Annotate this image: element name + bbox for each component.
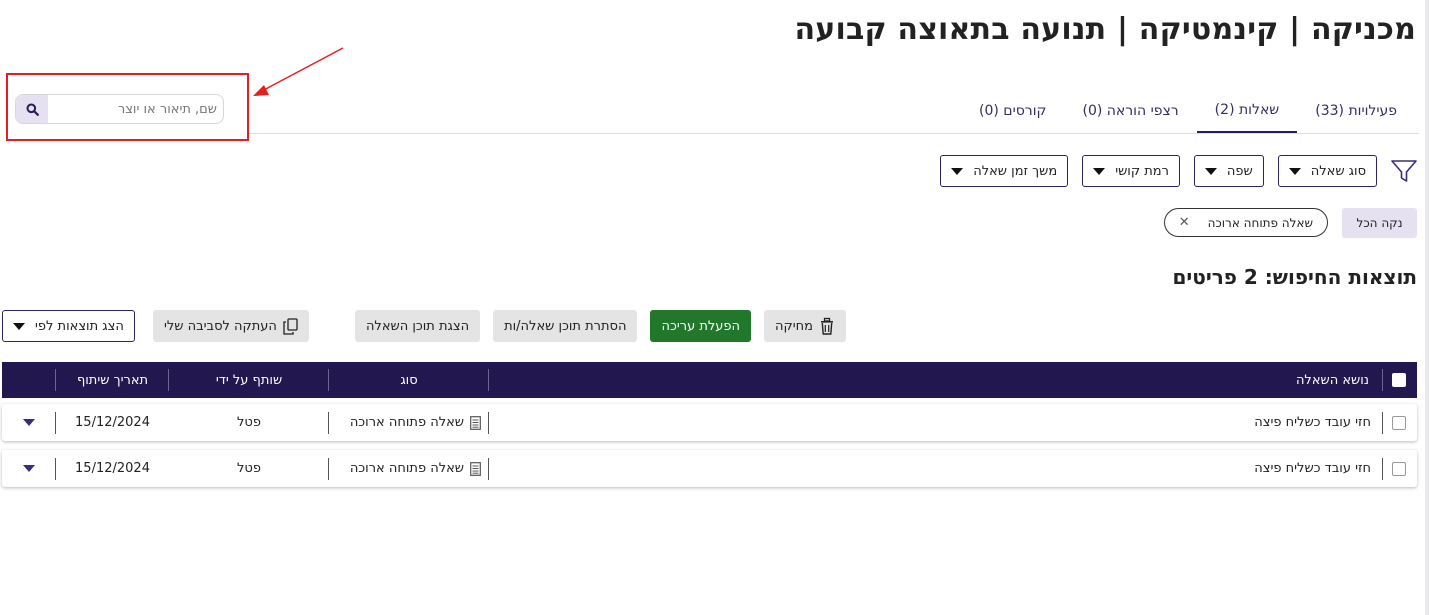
trash-icon [821, 317, 833, 335]
show-results-by-dropdown[interactable]: הצג תוצאות לפי [2, 310, 135, 342]
tabs: פעילויות (33) שאלות (2) רצפי הוראה (0) ק… [961, 88, 1415, 134]
table-header: נושא השאלה סוג שותף על ידי תאריך שיתוף [2, 362, 1417, 398]
page-scrollbar[interactable] [1425, 0, 1429, 615]
show-content-button[interactable]: הצגת תוכן השאלה [354, 310, 481, 342]
copy-to-environment-button[interactable]: העתקה לסביבה שלי [153, 310, 309, 342]
hide-content-button[interactable]: הסתרת תוכן שאלה/ות [493, 310, 638, 342]
question-type-filter[interactable]: סוג שאלה [1277, 155, 1377, 187]
row-checkbox[interactable] [1392, 450, 1406, 487]
caret-down-icon [23, 419, 35, 426]
filter-icon[interactable] [1390, 158, 1418, 184]
column-divider [55, 369, 56, 391]
row-type-label: שאלה פתוחה ארוכה [349, 461, 464, 476]
caret-down-icon [1288, 167, 1301, 175]
caret-down-icon [1093, 167, 1106, 175]
enable-edit-button[interactable]: הפעלת עריכה [650, 310, 752, 342]
duration-filter-label: משך זמן שאלה [973, 163, 1058, 179]
row-topic[interactable]: חזי עובד כשליח פיצה [1254, 404, 1371, 441]
document-icon [470, 415, 481, 430]
search-button[interactable] [16, 95, 48, 123]
select-all-checkbox[interactable] [1392, 362, 1406, 398]
tab-teaching-sequences[interactable]: רצפי הוראה (0) [1064, 88, 1196, 134]
search-box [15, 94, 224, 124]
column-divider [1382, 412, 1383, 434]
checkbox[interactable] [1392, 373, 1406, 387]
copy-icon [283, 317, 298, 335]
column-divider [1382, 369, 1383, 391]
copy-to-environment-label: העתקה לסביבה שלי [164, 318, 277, 334]
column-header-shared-by[interactable]: שותף על ידי [169, 362, 329, 398]
delete-button-label: מחיקה [775, 318, 813, 334]
page-title: מכניקה | קינמטיקה | תנועה בתאוצה קבועה [794, 12, 1416, 47]
row-share-date: 15/12/2024 [75, 461, 150, 476]
tabs-divider [249, 133, 1419, 134]
filter-chip-label: שאלה פתוחה ארוכה [1207, 215, 1313, 230]
search-input[interactable] [48, 95, 223, 123]
table-row[interactable]: חזי עובד כשליח פיצה שאלה פתוחה ארוכה פטל… [2, 404, 1417, 441]
table-row[interactable]: חזי עובד כשליח פיצה שאלה פתוחה ארוכה פטל… [2, 450, 1417, 487]
row-type-label: שאלה פתוחה ארוכה [349, 415, 464, 430]
caret-down-icon [13, 322, 25, 330]
column-divider [1382, 458, 1383, 480]
search-icon [26, 103, 39, 116]
checkbox[interactable] [1392, 461, 1406, 476]
show-results-by-label: הצג תוצאות לפי [35, 318, 124, 334]
row-share-date: 15/12/2024 [75, 415, 150, 430]
row-type: שאלה פתוחה ארוכה [350, 450, 481, 487]
question-type-filter-label: סוג שאלה [1310, 163, 1366, 179]
language-filter-label: שפה [1226, 163, 1253, 179]
filter-chip: שאלה פתוחה ארוכה ✕ [1163, 208, 1328, 237]
row-checkbox[interactable] [1392, 404, 1406, 441]
difficulty-filter-label: רמת קושי [1115, 163, 1169, 179]
row-shared-by: פטל [237, 415, 261, 430]
action-bar: מחיקה הפעלת עריכה הסתרת תוכן שאלה/ות הצג… [354, 310, 846, 342]
caret-down-icon [23, 465, 35, 472]
difficulty-filter[interactable]: רמת קושי [1082, 155, 1180, 187]
row-shared-by: פטל [237, 461, 261, 476]
duration-filter[interactable]: משך זמן שאלה [940, 155, 1069, 187]
delete-button[interactable]: מחיקה [764, 310, 846, 342]
document-icon [470, 461, 481, 476]
annotation-arrow [253, 47, 344, 96]
column-divider [488, 412, 489, 434]
filter-bar: סוג שאלה שפה רמת קושי משך זמן שאלה [940, 155, 1377, 187]
column-header-type[interactable]: סוג [329, 362, 489, 398]
row-type: שאלה פתוחה ארוכה [350, 404, 481, 441]
tab-courses[interactable]: קורסים (0) [961, 88, 1064, 134]
clear-all-button[interactable]: נקה הכל [1342, 208, 1417, 238]
caret-down-icon [1204, 167, 1217, 175]
row-expand-button[interactable] [2, 450, 56, 487]
close-icon[interactable]: ✕ [1179, 215, 1190, 230]
column-divider [488, 458, 489, 480]
tab-activities[interactable]: פעילויות (33) [1297, 88, 1415, 134]
row-expand-button[interactable] [2, 404, 56, 441]
tab-questions[interactable]: שאלות (2) [1196, 88, 1298, 134]
caret-down-icon [951, 167, 964, 175]
language-filter[interactable]: שפה [1193, 155, 1264, 187]
column-header-share-date[interactable]: תאריך שיתוף [56, 362, 169, 398]
results-title: תוצאות החיפוש: 2 פריטים [1172, 265, 1417, 289]
row-topic[interactable]: חזי עובד כשליח פיצה [1254, 450, 1371, 487]
column-header-topic[interactable]: נושא השאלה [1296, 362, 1369, 398]
checkbox[interactable] [1392, 415, 1406, 430]
